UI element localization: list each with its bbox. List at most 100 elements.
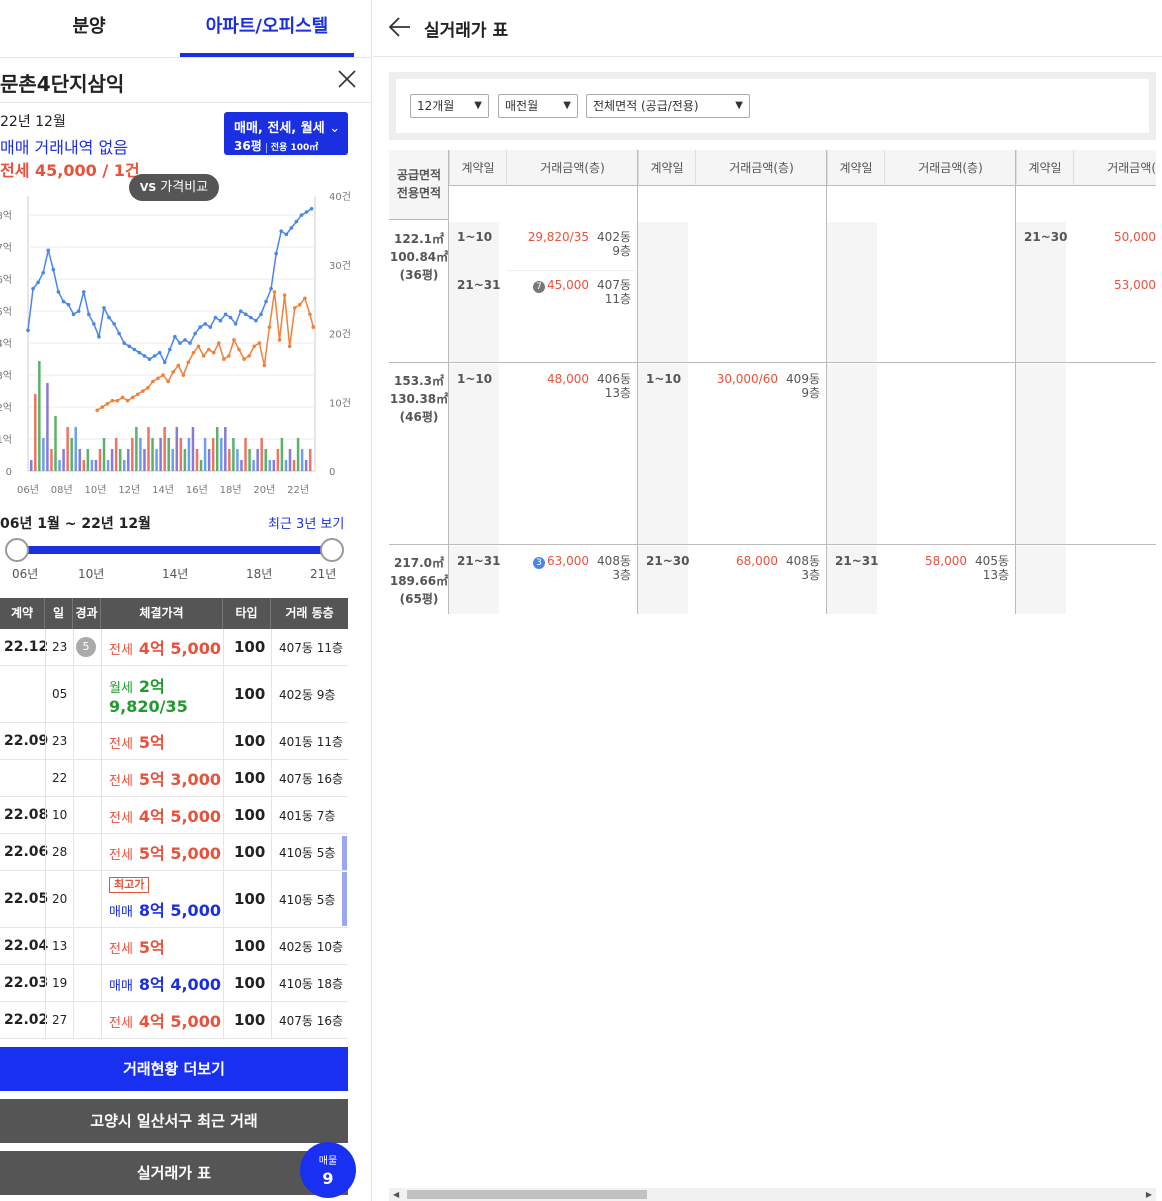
header-divider (0, 102, 371, 103)
cell-location: 406동 13층 (589, 372, 631, 400)
row-contract-month: 22.04 (4, 938, 49, 954)
row-day: 05 (52, 687, 68, 701)
data-point (242, 357, 246, 361)
data-point (232, 338, 236, 342)
price-table-button[interactable]: 실거래가 표 (0, 1151, 348, 1195)
trade-type-label: 전세 (109, 942, 133, 957)
data-point (186, 360, 191, 365)
volume-bar (90, 460, 94, 471)
listing-count-badge[interactable]: 매물 9 (300, 1142, 356, 1198)
row-price: 최고가 매매 8억 5,000 (109, 871, 221, 927)
data-point (309, 206, 314, 211)
slider-tick: 10년 (78, 567, 105, 581)
data-point (299, 213, 304, 217)
data-point (201, 354, 206, 358)
trade-type-label: 전세 (109, 643, 133, 658)
data-point (31, 286, 35, 291)
transaction-row[interactable]: 22.03 19 매매 8억 4,000 100 410동 18층 (0, 965, 348, 1002)
transaction-row[interactable]: 22.05 20 최고가 매매 8억 5,000 100 410동 5층 (0, 871, 348, 928)
trade-count-badge: 3 (533, 557, 545, 569)
filter-size: 36평 (234, 139, 262, 153)
row-location: 402동 9층 (279, 687, 336, 702)
data-point (247, 354, 251, 358)
transaction-row[interactable]: 22.02 27 전세 4억 5,000 100 407동 16층 (0, 1002, 348, 1039)
area-select[interactable]: 전체면적 (공급/전용) ▼ (586, 94, 750, 118)
column-divider (45, 629, 46, 1039)
volume-bar (74, 427, 77, 471)
volume-bar (244, 438, 247, 471)
trade-count-badge: 7 (533, 281, 545, 293)
data-point (223, 312, 228, 317)
data-point (46, 248, 51, 253)
row-day: 19 (52, 976, 68, 990)
y-left-tick: 3억 (0, 370, 12, 382)
tab-presale[interactable]: 분양 (0, 0, 178, 58)
cell-price: 29,820/35 (509, 230, 589, 244)
transaction-row[interactable]: 05 월세 2억 9,820/35 100 402동 9층 (0, 666, 348, 723)
horizontal-scrollbar[interactable]: ◀ ▶ (389, 1188, 1156, 1201)
cell-dong: 405동 (975, 554, 1009, 568)
month-divider (1015, 150, 1016, 614)
transaction-row[interactable]: 22.08 10 전세 4억 5,000 100 401동 7층 (0, 797, 348, 834)
volume-bar (195, 449, 199, 471)
transaction-row[interactable]: 22.09 23 전세 5억 100 401동 11층 (0, 723, 348, 760)
data-point (181, 373, 186, 377)
data-point (141, 389, 145, 393)
data-point (292, 306, 297, 310)
more-transactions-button[interactable]: 거래현황 더보기 (0, 1047, 348, 1091)
period-select[interactable]: 12개월 ▼ (410, 94, 489, 118)
volume-bar (147, 427, 150, 471)
data-point (102, 306, 106, 310)
data-point (142, 354, 147, 358)
volume-bar (151, 438, 154, 471)
y-left-tick: 7억 (0, 242, 12, 254)
close-icon[interactable] (336, 68, 358, 90)
data-point (161, 373, 165, 377)
scrollbar-thumb[interactable] (407, 1190, 647, 1199)
contract-day-header: 계약일 (638, 150, 695, 186)
row-contract-month: 22.12 (4, 639, 49, 655)
data-point (308, 312, 312, 317)
y-right-tick: 40건 (329, 191, 351, 203)
scroll-left-icon[interactable]: ◀ (393, 1188, 399, 1201)
cell-price: 58,000 (887, 554, 967, 568)
cell-price: 48,000 (509, 372, 589, 386)
transaction-row[interactable]: 22.04 13 전세 5억 100 402동 10층 (0, 928, 348, 965)
recent-3-years-link[interactable]: 최근 3년 보기 (268, 513, 344, 532)
cell-amount: 58,000 (925, 554, 967, 568)
trade-type-select[interactable]: 매전월 ▼ (498, 94, 578, 118)
row-type: 100 (234, 843, 266, 861)
district-recent-trades-button[interactable]: 고양시 일산서구 최근 거래 (0, 1099, 348, 1143)
data-point (110, 398, 115, 403)
period-slider-track[interactable] (14, 546, 332, 554)
volume-bar (288, 449, 292, 471)
volume-bar (46, 383, 49, 471)
y-right-tick: 10건 (329, 397, 351, 409)
data-point (97, 334, 101, 339)
data-point (176, 363, 181, 368)
cell-contract-day: 21~31 (835, 554, 879, 568)
row-location: 407동 16층 (279, 771, 344, 786)
volume-bar (38, 361, 41, 471)
transaction-row[interactable]: 22 전세 5억 3,000 100 407동 16층 (0, 760, 348, 797)
price-line: 전세 5억 (109, 934, 165, 958)
transaction-row[interactable]: 22.12 23 전세 4억 5,000 100 407동 11층 (0, 629, 348, 666)
scroll-right-icon[interactable]: ▶ (1146, 1188, 1152, 1201)
trade-type-filter-button[interactable]: 매매, 전세, 월세 ⌄ 36평 전용 100㎡ (224, 112, 348, 155)
back-arrow-icon[interactable] (388, 16, 412, 38)
column-divider (101, 629, 102, 1039)
col-type: 타입 (223, 598, 271, 629)
transaction-row[interactable]: 22.06 28 전세 5억 5,000 100 410동 5층 (0, 834, 348, 871)
area-cell: 122.1㎡ 100.84㎡ (36평) (389, 230, 449, 284)
tab-apartment-officetel[interactable]: 아파트/오피스텔 (180, 0, 354, 58)
data-point (193, 331, 197, 336)
data-point (203, 322, 208, 326)
volume-bar (260, 438, 263, 471)
period-slider-start-handle[interactable] (5, 538, 29, 562)
volume-bar (78, 449, 82, 471)
trade-amount: 4억 5,000 (138, 807, 221, 826)
volume-bar (42, 438, 45, 471)
period-slider-end-handle[interactable] (320, 538, 344, 562)
y-left-tick: 8억 (0, 210, 12, 222)
volume-bar (211, 438, 215, 471)
